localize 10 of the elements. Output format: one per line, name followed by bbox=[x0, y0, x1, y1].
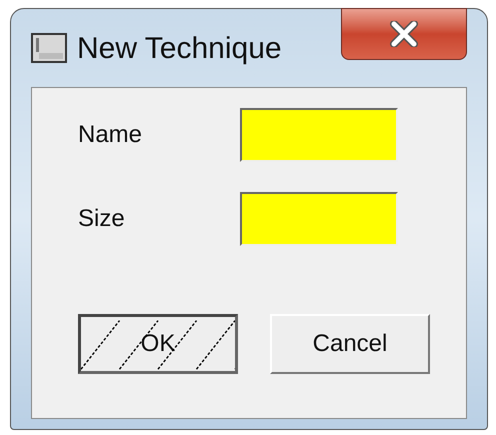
cancel-button[interactable]: Cancel bbox=[270, 314, 430, 374]
close-icon bbox=[389, 21, 419, 47]
window-app-icon bbox=[31, 33, 67, 63]
ok-button[interactable]: OK bbox=[78, 314, 238, 374]
input-field[interactable] bbox=[240, 192, 398, 246]
field-label: Size bbox=[78, 204, 126, 234]
field-label: Name bbox=[78, 120, 144, 150]
window-title: New Technique bbox=[77, 30, 282, 66]
input-field[interactable] bbox=[240, 108, 398, 162]
close-button[interactable] bbox=[341, 8, 467, 60]
